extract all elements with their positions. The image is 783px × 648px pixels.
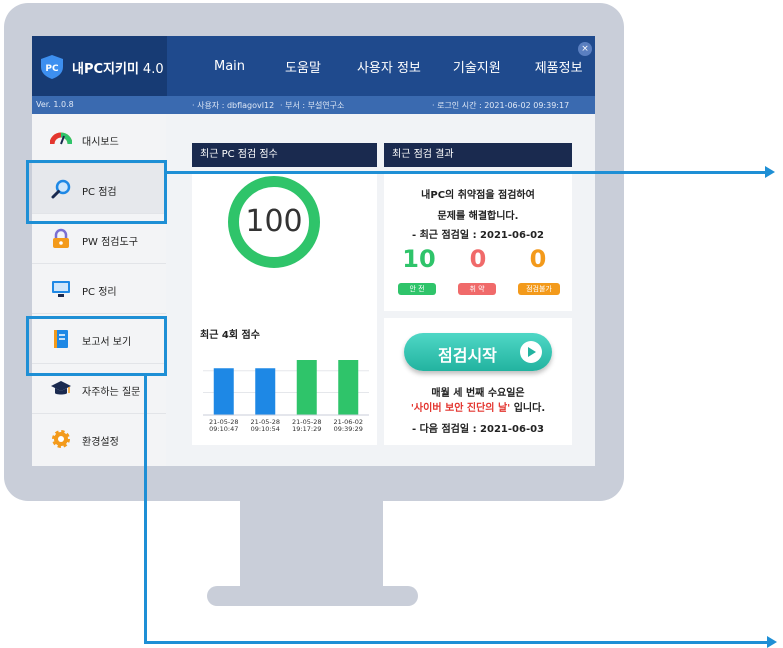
start-check-button[interactable]: 점검시작 bbox=[404, 333, 552, 371]
sidebar-item-dashboard[interactable]: 대시보드 bbox=[32, 114, 166, 164]
vulnerable-badge: 취 약 bbox=[458, 283, 496, 295]
report-highlight bbox=[26, 316, 167, 376]
gear-icon bbox=[52, 430, 70, 448]
logo-badge-text: PC bbox=[45, 64, 59, 74]
sidebar-label-pw-tool: PW 점검도구 bbox=[82, 237, 138, 248]
score-value: 100 bbox=[245, 204, 303, 239]
safe-count: 10 bbox=[402, 245, 436, 273]
report-arrow-icon bbox=[767, 636, 777, 648]
info-bar: Ver. 1.0.8 · 사용자 : dbflagovl12 · 부서 : 부설… bbox=[32, 96, 595, 114]
play-icon bbox=[520, 341, 542, 363]
report-callout-horizontal-line bbox=[144, 641, 767, 644]
score-panel-header: 최근 PC 점검 점수 bbox=[192, 143, 377, 167]
login-time-text: · 로그인 시간 : 2021-06-02 09:39:17 bbox=[432, 101, 570, 110]
chart-tick-label-3: 21-06-02 09:39:29 bbox=[333, 418, 363, 433]
nav-product-info[interactable]: 제품정보 bbox=[535, 57, 583, 76]
chart-bar-1 bbox=[255, 368, 276, 415]
score-gauge: 100 bbox=[228, 176, 320, 268]
unavailable-badge: 점검불가 bbox=[518, 283, 560, 295]
sidebar-item-pc-cleanup[interactable]: PC 정리 bbox=[32, 264, 166, 314]
top-navigation-bar: PC 내PC지키미 4.0 Main 도움말 사용자 정보 기술지원 제품정보 × bbox=[32, 36, 595, 96]
monitor-stand-base bbox=[207, 586, 418, 606]
monitor-icon bbox=[52, 281, 70, 297]
nav-help[interactable]: 도움말 bbox=[285, 57, 321, 76]
chart-bar-2 bbox=[296, 360, 317, 415]
result-line-1: 내PC의 취약점을 점검하여 bbox=[421, 190, 535, 201]
version-text: Ver. 1.0.8 bbox=[36, 100, 74, 109]
main-nav: Main 도움말 사용자 정보 기술지원 제품정보 bbox=[182, 36, 583, 96]
chart-bar-3 bbox=[338, 360, 359, 415]
app-version-number: 4.0 bbox=[142, 62, 164, 77]
safe-badge: 안 전 bbox=[398, 283, 436, 295]
close-button[interactable]: × bbox=[578, 42, 592, 56]
close-icon: × bbox=[581, 44, 589, 54]
info-line-2-rest: 입니다. bbox=[510, 403, 546, 414]
pc-check-callout-line bbox=[165, 171, 765, 174]
pc-check-highlight bbox=[26, 160, 167, 224]
department-text: · 부서 : 부설연구소 bbox=[280, 101, 345, 110]
chart-tick-label-1: 21-05-28 09:10:54 bbox=[250, 418, 280, 433]
lock-icon bbox=[53, 228, 69, 248]
user-text: · 사용자 : dbflagovl12 bbox=[192, 101, 275, 110]
unavailable-count: 0 bbox=[529, 245, 547, 273]
info-line-2: '사이버 보안 진단의 날' 입니다. bbox=[384, 399, 572, 414]
last-check-date: - 최근 점검일 : 2021-06-02 bbox=[411, 230, 545, 241]
cyber-day-text: '사이버 보안 진단의 날' bbox=[410, 403, 511, 414]
sidebar-label-dashboard: 대시보드 bbox=[82, 137, 119, 148]
dashboard-gauge-icon bbox=[50, 132, 72, 145]
recent-scores-title: 최근 4회 점수 bbox=[200, 330, 260, 341]
result-panel-header: 최근 점검 결과 bbox=[384, 143, 572, 167]
graduation-cap-icon bbox=[51, 381, 71, 395]
start-check-label: 점검시작 bbox=[438, 346, 497, 365]
nav-tech-support[interactable]: 기술지원 bbox=[453, 57, 501, 76]
chart-tick-label-0: 21-05-28 09:10:47 bbox=[209, 418, 239, 433]
sidebar-label-settings: 환경설정 bbox=[82, 437, 119, 448]
recent-scores-chart: 21-05-28 09:10:47 21-05-28 09:10:54 21-05-28… bbox=[203, 360, 369, 433]
nav-main[interactable]: Main bbox=[214, 59, 245, 74]
sidebar-label-pc-cleanup: PC 정리 bbox=[82, 287, 117, 298]
chart-bar-0 bbox=[213, 368, 234, 415]
app-name: 내PC지키미 4.0 bbox=[72, 62, 164, 77]
sidebar-label-faq: 자주하는 질문 bbox=[82, 387, 141, 398]
chart-tick-label-2: 21-05-28 19:17:29 bbox=[292, 418, 322, 433]
vulnerable-count: 0 bbox=[469, 245, 487, 273]
monitor-stand-neck bbox=[240, 500, 383, 588]
app-logo: PC 내PC지키미 4.0 bbox=[32, 36, 167, 96]
result-line-2: 문제를 해결합니다. bbox=[437, 211, 519, 222]
next-check-date: - 다음 점검일 : 2021-06-03 bbox=[411, 424, 545, 435]
shield-logo-icon: PC bbox=[41, 55, 63, 79]
info-line-1: 매월 세 번째 수요일은 bbox=[431, 388, 525, 399]
pc-check-arrow-icon bbox=[765, 166, 775, 178]
report-callout-vertical-line bbox=[144, 374, 147, 644]
nav-user-info[interactable]: 사용자 정보 bbox=[357, 57, 421, 76]
